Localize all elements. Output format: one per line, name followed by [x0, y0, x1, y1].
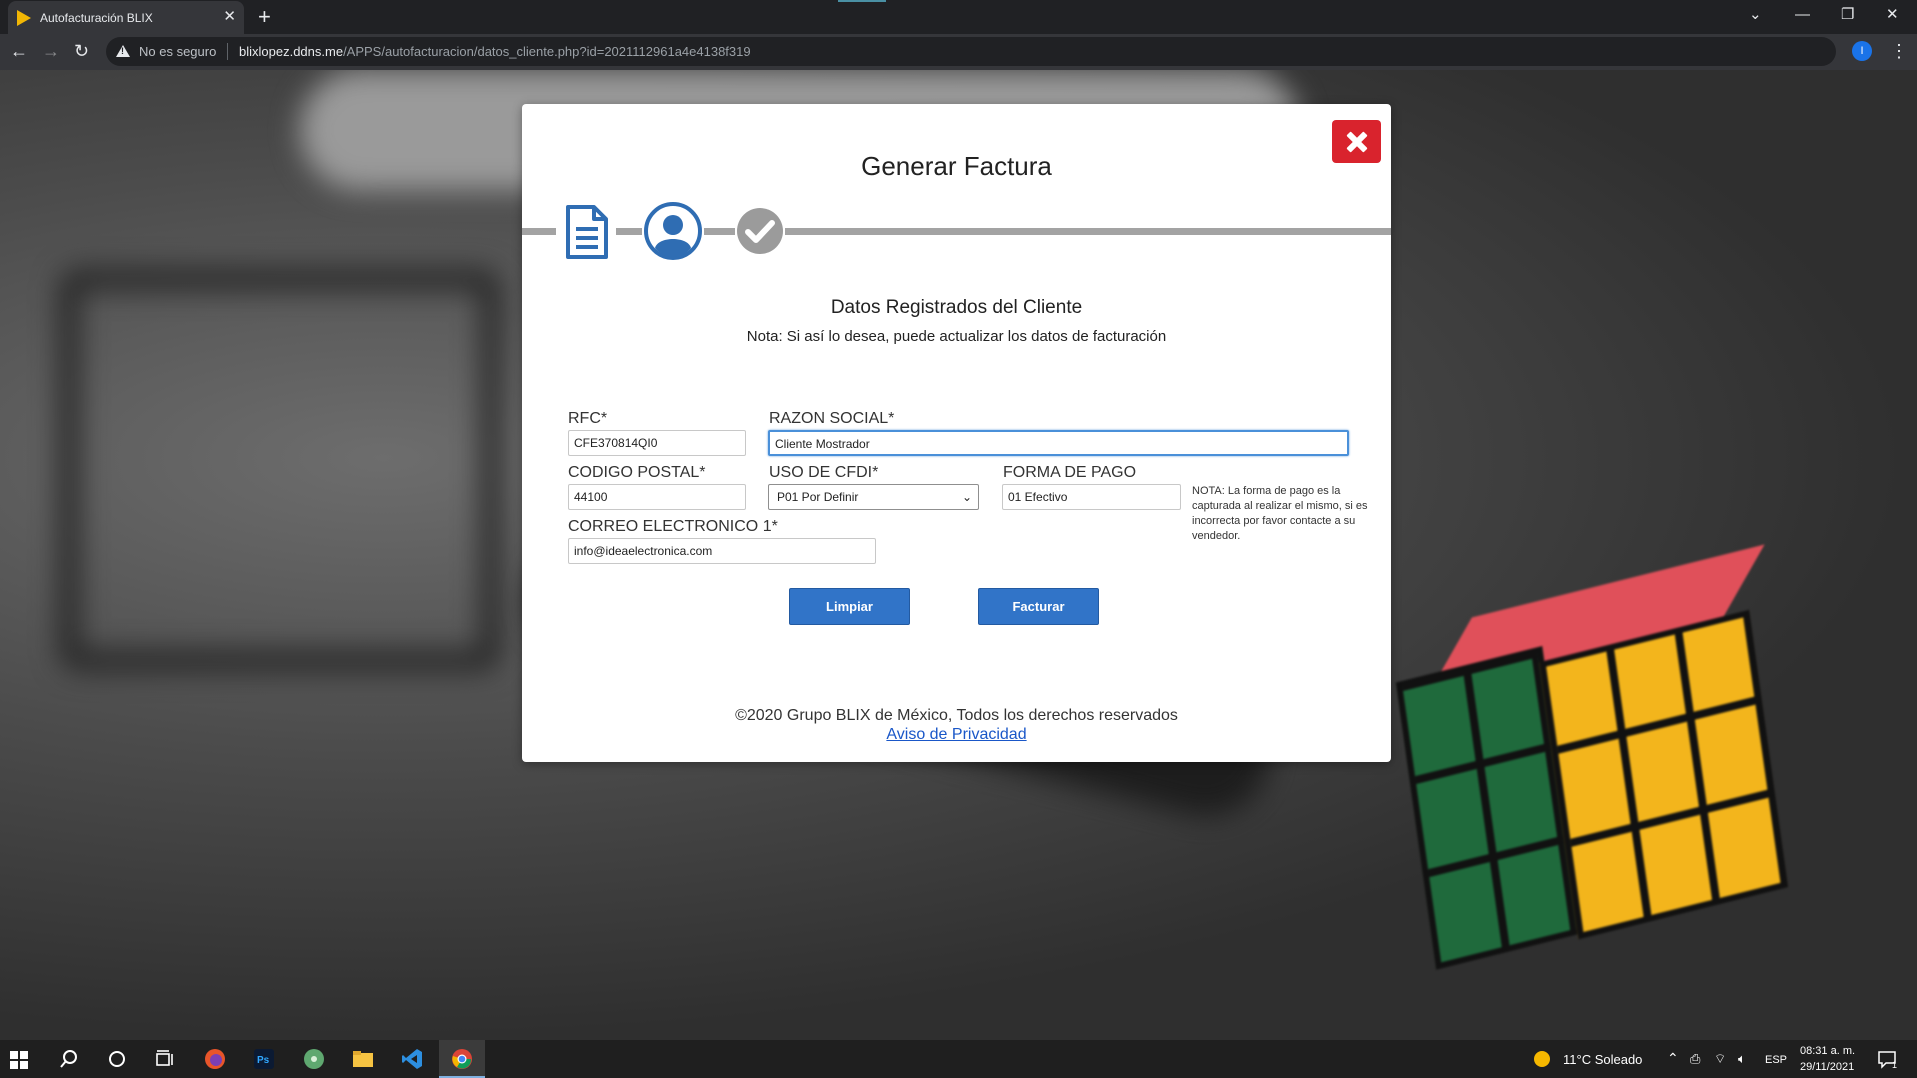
url-separator	[227, 43, 228, 60]
file-explorer-icon[interactable]	[352, 1048, 374, 1070]
input-language[interactable]: ESP	[1765, 1054, 1787, 1066]
user-icon	[642, 200, 704, 262]
rfc-input[interactable]: CFE370814QI0	[568, 430, 746, 456]
volume-icon[interactable]: 🔈︎	[1738, 1051, 1746, 1067]
clock-time[interactable]: 08:31 a. m.	[1800, 1045, 1855, 1057]
url-host: blixlopez.ddns.me	[239, 44, 344, 59]
task-view-icon[interactable]	[154, 1048, 176, 1070]
reload-icon[interactable]: ↻	[74, 40, 89, 62]
rubiks-cube-image	[1385, 544, 1816, 995]
uso-cfdi-label: USO DE CFDI*	[769, 464, 879, 481]
url-path: /APPS/autofacturacion/datos_cliente.php?…	[343, 44, 751, 59]
section-title: Datos Registrados del Cliente	[830, 297, 1083, 318]
cube-yellow-face	[1539, 609, 1789, 940]
uso-cfdi-select[interactable]: P01 Por Definir ⌄	[768, 484, 979, 510]
svg-text:Ps: Ps	[257, 1055, 270, 1066]
forward-arrow-icon[interactable]: →	[42, 40, 60, 62]
cortana-icon[interactable]	[106, 1048, 128, 1070]
blix-favicon-icon	[17, 10, 31, 26]
forma-pago-note: NOTA: La forma de pago es la capturada a…	[1192, 485, 1368, 542]
chrome-taskbar-button[interactable]	[439, 1040, 485, 1078]
network-wifi-icon[interactable]: ⌔	[1714, 1051, 1726, 1067]
copyright-text: ©2020 Grupo BLIX de México, Todos los de…	[735, 707, 1178, 724]
forma-pago-label: FORMA DE PAGO	[1003, 464, 1137, 481]
back-arrow-icon[interactable]: ←	[10, 40, 28, 62]
weather-text[interactable]: 11°C Soleado	[1563, 1052, 1642, 1067]
notification-count: 1	[1892, 1060, 1898, 1070]
sun-weather-icon[interactable]	[1533, 1050, 1551, 1068]
new-tab-button[interactable]: +	[258, 4, 271, 30]
windows-start-icon[interactable]	[10, 1051, 28, 1069]
browser-tab-bar: Autofacturación BLIX ✕ + ⌄ — ❐ ✕	[0, 0, 1917, 34]
address-bar[interactable]: No es seguro blixlopez.ddns.me/APPS/auto…	[106, 37, 1836, 66]
vscode-icon[interactable]	[401, 1048, 423, 1070]
correo-label: CORREO ELECTRONICO 1*	[568, 518, 778, 535]
facturar-button[interactable]: Facturar	[978, 588, 1099, 625]
invoice-modal: Generar Factura Datos Registrados del Cl…	[522, 104, 1391, 762]
security-status[interactable]: No es seguro	[139, 44, 216, 59]
tab-strip-accent	[838, 0, 886, 2]
windows-taskbar: Ps 11°C Soleado ⌃ ⎙ ⌔ 🔈︎ ESP 08:31 a. m.…	[0, 1040, 1917, 1078]
chrome-icon	[452, 1049, 472, 1069]
warning-triangle-icon[interactable]	[116, 45, 130, 57]
url-text[interactable]: blixlopez.ddns.me/APPS/autofacturacion/d…	[239, 44, 751, 59]
browser-menu-icon[interactable]: ⋮	[1890, 40, 1908, 62]
correo-input[interactable]: info@ideaelectronica.com	[568, 538, 876, 564]
uso-cfdi-value: P01 Por Definir	[777, 490, 859, 504]
section-note: Nota: Si así lo desea, puede actualizar …	[746, 328, 1167, 345]
check-icon	[735, 206, 785, 256]
limpiar-button[interactable]: Limpiar	[789, 588, 910, 625]
firefox-icon[interactable]	[204, 1048, 226, 1070]
privacy-link[interactable]: Aviso de Privacidad	[522, 726, 1391, 744]
tab-close-icon[interactable]: ✕	[223, 8, 236, 26]
codigo-postal-label: CODIGO POSTAL*	[568, 464, 706, 481]
blurred-frame-shape	[60, 270, 500, 670]
profile-avatar[interactable]: I	[1852, 41, 1872, 61]
photoshop-icon[interactable]: Ps	[253, 1048, 275, 1070]
forma-pago-input[interactable]: 01 Efectivo	[1002, 484, 1181, 510]
browser-tab[interactable]: Autofacturación BLIX ✕	[8, 1, 244, 34]
minimize-window-icon[interactable]: —	[1795, 4, 1810, 26]
document-icon	[556, 202, 616, 262]
close-window-icon[interactable]: ✕	[1886, 4, 1899, 26]
search-icon[interactable]	[58, 1048, 80, 1070]
atom-icon[interactable]	[303, 1048, 325, 1070]
razon-social-label: RAZON SOCIAL*	[769, 410, 895, 427]
codigo-postal-input[interactable]: 44100	[568, 484, 746, 510]
tab-search-chevron-icon[interactable]: ⌄	[1749, 4, 1762, 26]
browser-toolbar: ← → ↻ No es seguro blixlopez.ddns.me/APP…	[0, 34, 1917, 70]
tab-title: Autofacturación BLIX	[40, 11, 153, 25]
rfc-label: RFC*	[568, 410, 608, 427]
modal-title: Generar Factura	[861, 151, 1052, 181]
razon-social-input[interactable]: Cliente Mostrador	[768, 430, 1349, 456]
meet-now-icon[interactable]: ⎙	[1690, 1051, 1700, 1067]
restore-window-icon[interactable]: ❐	[1841, 4, 1854, 26]
clock-date[interactable]: 29/11/2021	[1800, 1061, 1854, 1073]
tray-chevron-up-icon[interactable]: ⌃	[1667, 1050, 1679, 1067]
chevron-down-icon: ⌄	[961, 490, 972, 504]
